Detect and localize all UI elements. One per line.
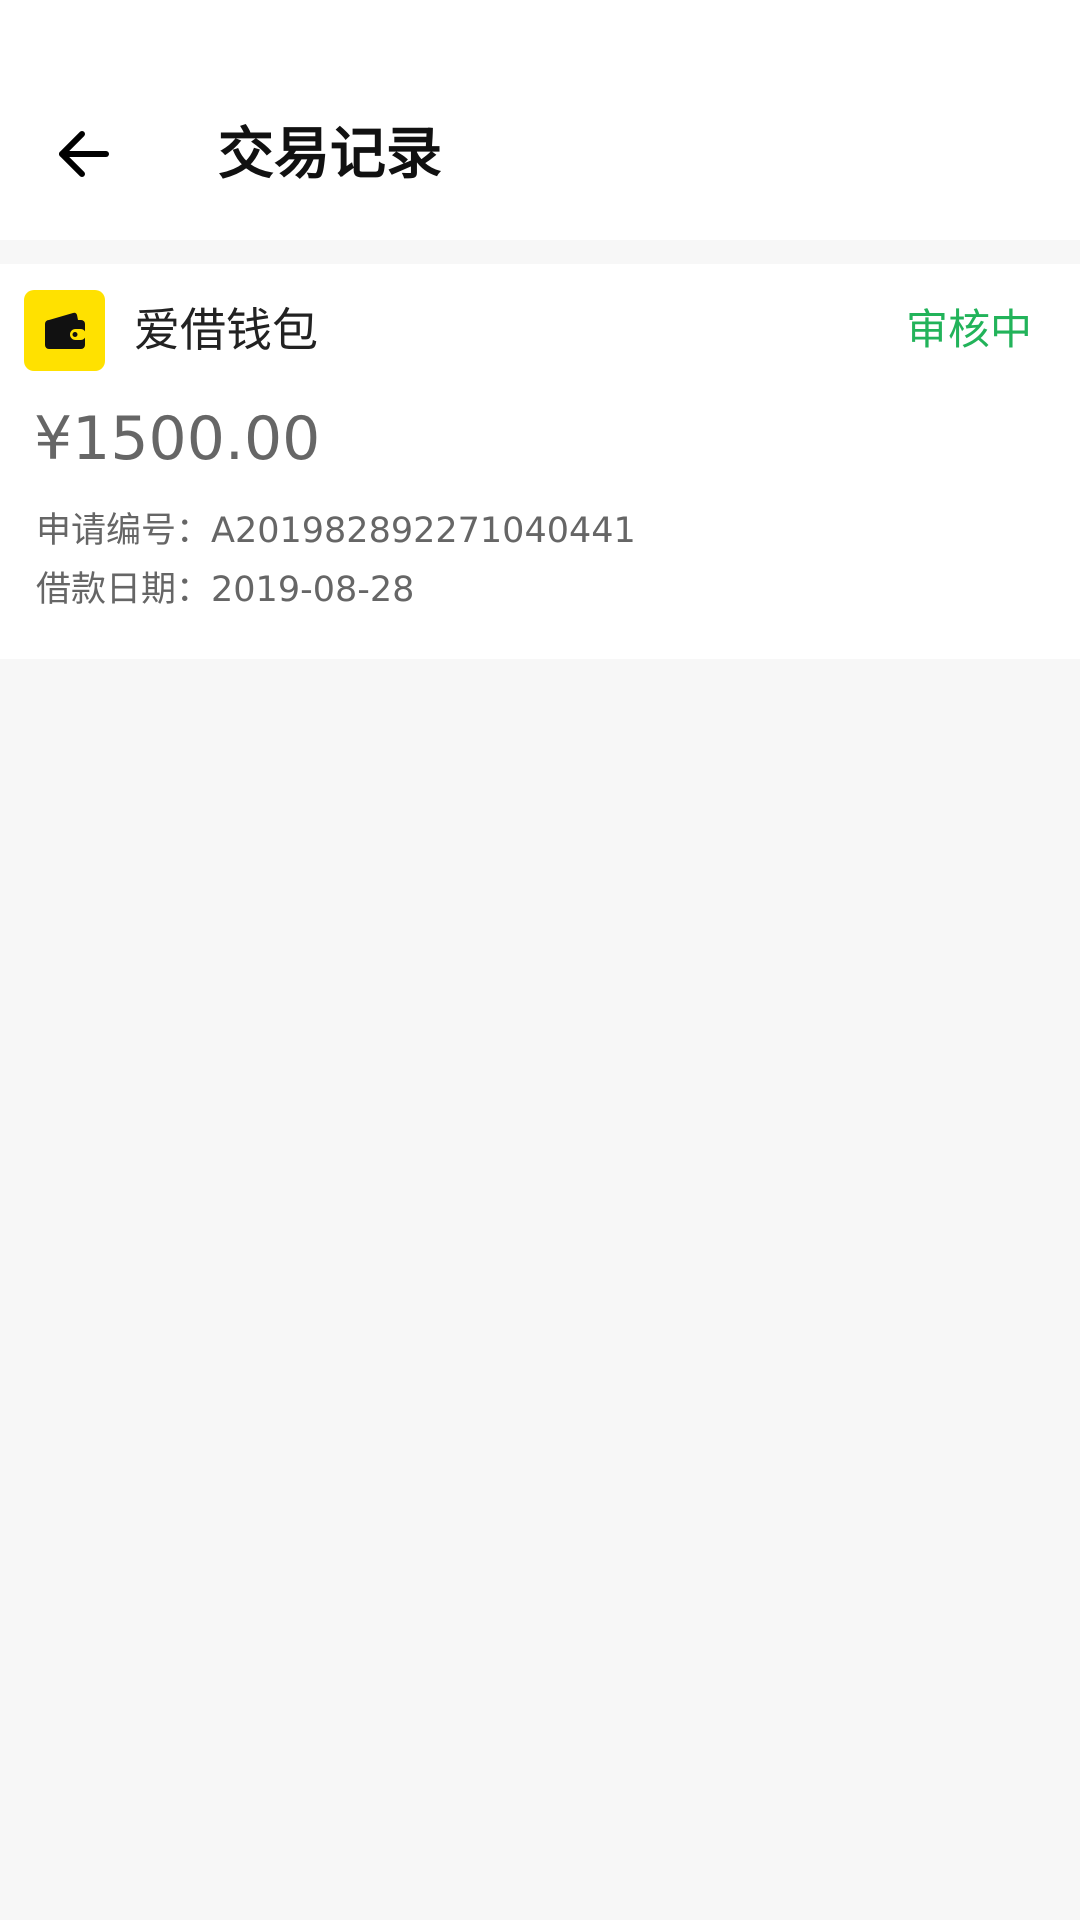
transaction-record-card[interactable]: 爱借钱包 审核中 ¥1500.00 申请编号：A2019828922710404… bbox=[0, 264, 1080, 659]
app-logo bbox=[24, 290, 105, 371]
status-badge: 审核中 bbox=[905, 305, 1032, 354]
loan-amount: ¥1500.00 bbox=[34, 404, 321, 474]
application-number-label: 申请编号： bbox=[36, 511, 212, 551]
loan-date-row: 借款日期：2019-08-28 bbox=[36, 565, 414, 615]
application-number-value: A201982892271040441 bbox=[211, 511, 636, 551]
loan-date-label: 借款日期： bbox=[36, 570, 212, 610]
wallet-icon bbox=[44, 312, 86, 349]
back-button[interactable] bbox=[48, 118, 120, 190]
page-title: 交易记录 bbox=[218, 121, 442, 187]
top-bar: 交易记录 bbox=[0, 0, 1080, 240]
application-number-row: 申请编号：A201982892271040441 bbox=[36, 506, 636, 556]
arrow-left-icon bbox=[59, 131, 109, 177]
app-name: 爱借钱包 bbox=[134, 303, 318, 357]
loan-date-value: 2019-08-28 bbox=[211, 570, 415, 610]
